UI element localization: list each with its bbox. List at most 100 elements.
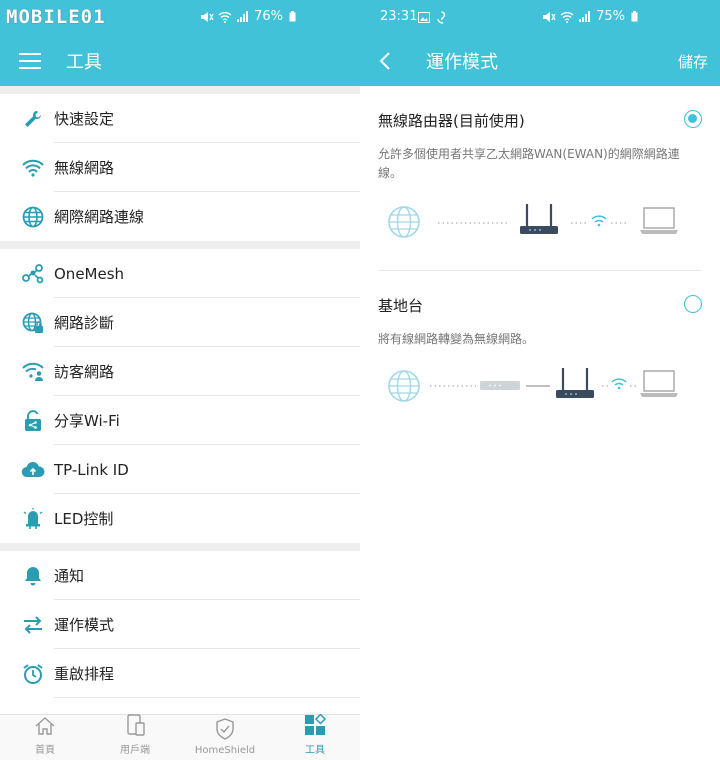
globe-icon <box>20 204 46 230</box>
menu-item-operation-mode[interactable]: 運作模式 <box>0 600 360 649</box>
app-notification-icon <box>437 11 446 24</box>
menu-item-wireless[interactable]: 無線網路 <box>0 143 360 192</box>
mode-title: 無線路由器(目前使用) <box>378 112 525 130</box>
back-button[interactable] <box>360 36 410 86</box>
menu-item-label: 運作模式 <box>54 616 115 634</box>
cell-signal-icon <box>579 10 591 22</box>
tab-tools[interactable]: 工具 <box>270 713 360 760</box>
wifi-signal-icon <box>611 378 627 390</box>
chevron-left-icon <box>379 52 390 70</box>
watermark-logo: MOBILE01 <box>6 6 106 28</box>
menu-item-label: 無線網路 <box>54 159 115 177</box>
wifi-signal-icon <box>591 215 607 227</box>
menu-item-internet[interactable]: 網際網路連線 <box>0 192 360 241</box>
globe-icon <box>388 370 420 402</box>
tab-label: HomeShield <box>194 745 256 756</box>
menu-item-label: 訪客網路 <box>54 363 115 381</box>
battery-icon <box>289 11 296 22</box>
tab-home[interactable]: 首頁 <box>0 715 90 760</box>
menu-item-quick-setup[interactable]: 快速設定 <box>0 94 360 143</box>
menu-item-label: LED控制 <box>54 510 114 528</box>
menu-item-label: 網際網路連線 <box>54 208 145 226</box>
router-mode-diagram <box>388 204 678 238</box>
mute-icon <box>201 11 214 22</box>
menu-item-label: 分享Wi-Fi <box>54 412 120 430</box>
gallery-notification-icon <box>418 12 430 23</box>
save-button[interactable]: 儲存 <box>678 51 708 72</box>
router-icon <box>556 368 594 398</box>
modem-icon <box>480 381 520 390</box>
tools-list: 快速設定 無線網路 網際網路連線 OneMesh 網路診斷 訪客網路 分享Wi-… <box>0 86 360 698</box>
app-bar: 工具 <box>0 36 360 86</box>
menu-item-label: 通知 <box>54 567 85 585</box>
bell-icon <box>20 563 46 589</box>
menu-item-tplink-id[interactable]: TP-Link ID <box>0 445 360 494</box>
status-icons: 76% <box>200 9 296 24</box>
menu-item-guest[interactable]: 訪客網路 <box>0 347 360 396</box>
mode-title: 基地台 <box>378 297 424 315</box>
tab-homeshield[interactable]: HomeShield <box>180 715 270 760</box>
section-separator <box>0 86 360 94</box>
status-bar-right: 23:31 75% <box>360 0 720 36</box>
menu-item-label: 重啟排程 <box>54 665 115 683</box>
menu-button[interactable] <box>0 36 60 86</box>
guest-wifi-icon <box>20 359 46 385</box>
menu-item-diagnostics[interactable]: 網路診斷 <box>0 298 360 347</box>
led-icon <box>20 506 46 532</box>
mode-option-access-point[interactable]: 基地台 將有線網路轉變為無線網路。 <box>360 271 720 421</box>
menu-item-share-wifi[interactable]: 分享Wi-Fi <box>0 396 360 445</box>
laptop-icon <box>640 370 678 397</box>
section-separator <box>0 543 360 551</box>
home-icon <box>34 716 56 741</box>
menu-item-reboot-schedule[interactable]: 重啟排程 <box>0 649 360 698</box>
radio-button[interactable] <box>684 295 702 313</box>
share-lock-icon <box>20 408 46 434</box>
mode-description: 將有線網路轉變為無線網路。 <box>378 332 535 346</box>
bottom-tab-bar: 首頁 用戶端 HomeShield 工具 <box>0 713 360 760</box>
wifi-status-icon <box>560 11 574 23</box>
menu-item-label: 網路診斷 <box>54 314 115 332</box>
swap-icon <box>20 612 46 638</box>
cloud-icon <box>20 457 46 483</box>
alarm-icon <box>20 661 46 687</box>
tools-screen: MOBILE01 76% 工具 快速設定 無線網路 網際網路連線 OneMesh… <box>0 0 360 760</box>
battery-percent: 76% <box>254 9 283 24</box>
tab-label: 首頁 <box>35 745 55 756</box>
section-separator <box>0 241 360 249</box>
hamburger-icon <box>19 53 41 69</box>
menu-item-led[interactable]: LED控制 <box>0 494 360 543</box>
mode-description: 允許多個使用者共享乙太網路WAN(EWAN)的網際網路連線。 <box>378 147 680 180</box>
mute-icon <box>543 11 556 22</box>
status-icons-right: 75% <box>542 9 638 24</box>
radio-button[interactable] <box>684 110 702 128</box>
menu-item-label: OneMesh <box>54 264 125 283</box>
page-title-right: 運作模式 <box>426 52 498 73</box>
router-icon <box>520 204 558 234</box>
tab-label: 用戶端 <box>120 745 150 756</box>
menu-item-label: TP-Link ID <box>54 460 129 479</box>
status-signal-icons <box>200 10 249 23</box>
tools-icon <box>304 713 327 741</box>
battery-icon <box>631 11 638 22</box>
tab-label: 工具 <box>305 745 325 756</box>
menu-item-notifications[interactable]: 通知 <box>0 551 360 600</box>
mesh-icon <box>20 261 46 287</box>
wrench-icon <box>20 106 46 132</box>
wifi-status-icon <box>218 11 232 23</box>
battery-percent: 75% <box>596 9 625 24</box>
status-time: 23:31 <box>380 9 418 24</box>
status-bar: MOBILE01 76% <box>0 0 360 36</box>
wifi-icon <box>20 155 46 181</box>
shield-icon <box>214 718 236 745</box>
laptop-icon <box>640 207 678 234</box>
operation-mode-screen: 23:31 75% 運作模式 儲存 無線路由器(目前使用) 允許多個使用者共享乙… <box>360 0 720 760</box>
mode-option-router[interactable]: 無線路由器(目前使用) 允許多個使用者共享乙太網路WAN(EWAN)的網際網路連… <box>360 86 720 270</box>
globe-lock-icon <box>20 310 46 336</box>
tab-clients[interactable]: 用戶端 <box>90 714 180 760</box>
page-title: 工具 <box>66 52 102 73</box>
app-bar-right: 運作模式 儲存 <box>360 36 720 86</box>
globe-icon <box>388 206 420 238</box>
access-point-diagram <box>388 368 678 402</box>
menu-item-label: 快速設定 <box>54 110 115 128</box>
menu-item-onemesh[interactable]: OneMesh <box>0 249 360 298</box>
